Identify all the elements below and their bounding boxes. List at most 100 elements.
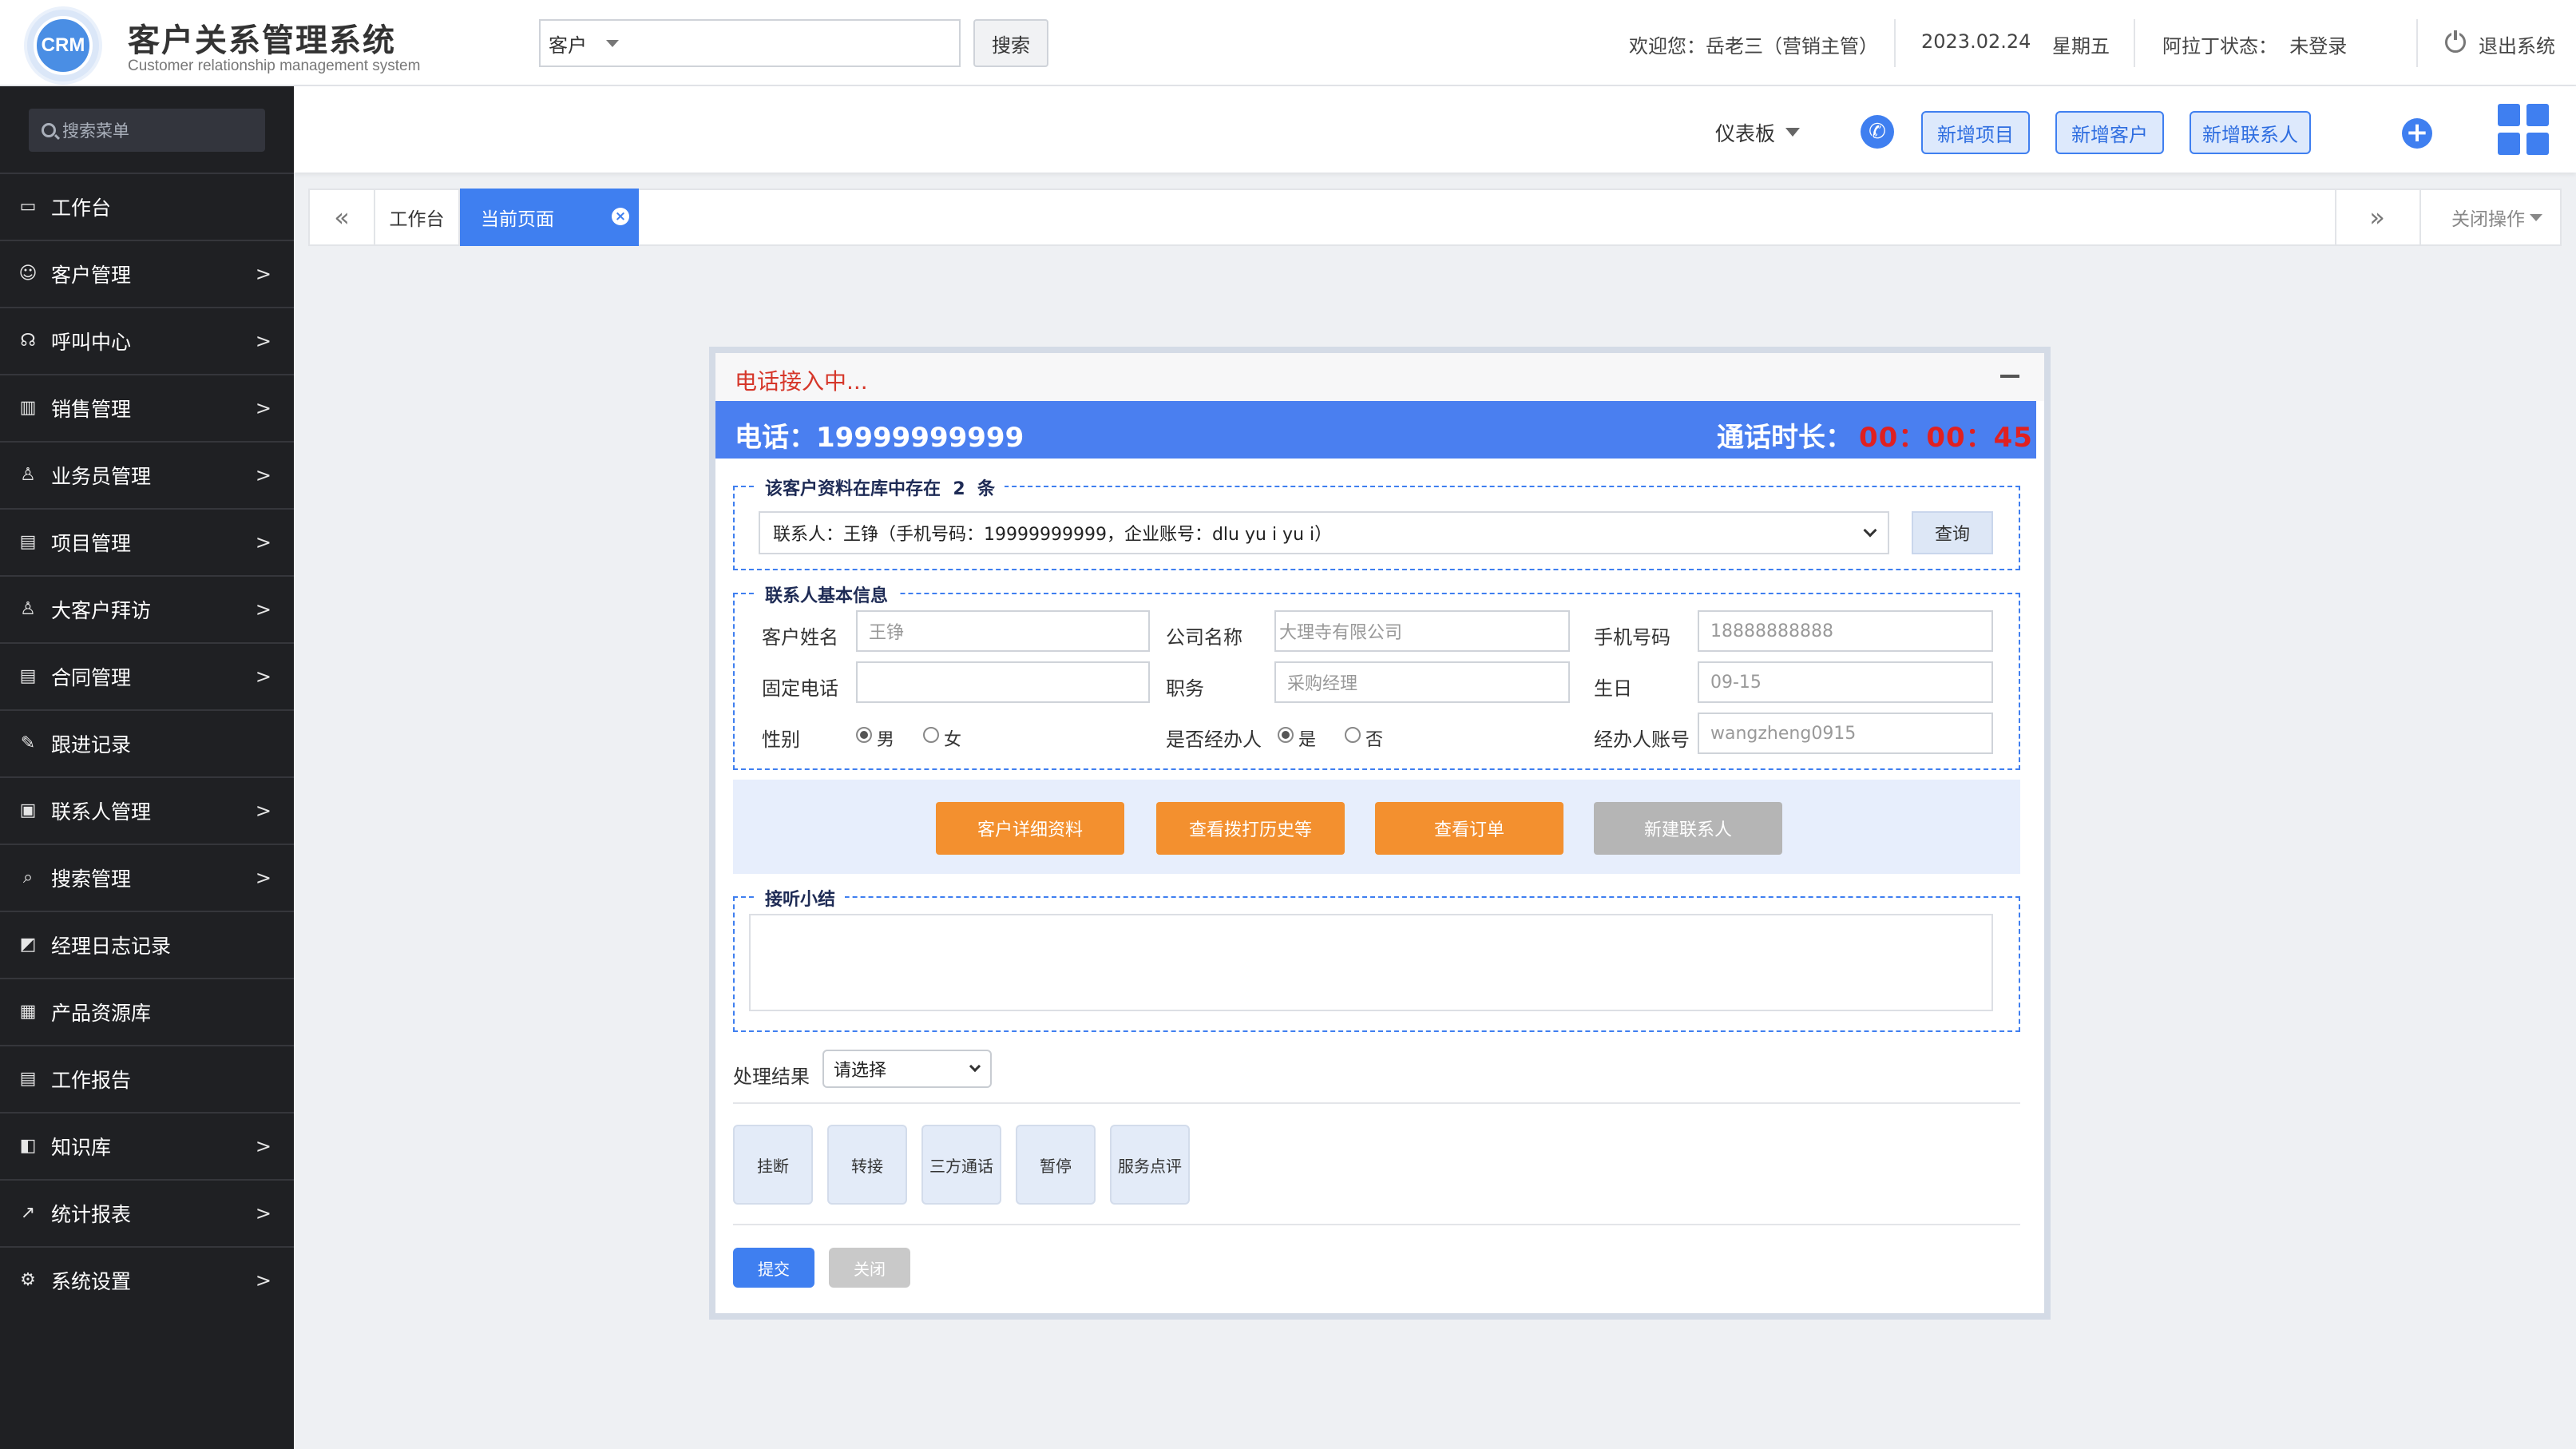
sidebar-item[interactable]: ⌕ 搜索管理 >	[0, 844, 294, 910]
dialog-header	[715, 353, 2044, 401]
sidebar-item[interactable]: ☊ 呼叫中心 >	[0, 307, 294, 373]
sidebar-item[interactable]: ♙ 大客户拜访 >	[0, 575, 294, 641]
position-placeholder: 采购经理	[1287, 674, 1358, 694]
user-visit-icon: ♙	[20, 599, 36, 619]
header-divider	[2416, 19, 2418, 67]
app-title: 客户关系管理系统	[128, 22, 396, 59]
sidebar-item[interactable]: ⚙ 系统设置 >	[0, 1246, 294, 1312]
sidebar-item[interactable]: ▤ 工作报告	[0, 1045, 294, 1111]
gender-female-radio[interactable]	[923, 727, 939, 743]
dashboard-dropdown[interactable]: 仪表板	[1715, 118, 1775, 147]
sidebar-item[interactable]: ▤ 项目管理 >	[0, 508, 294, 574]
grid-cell	[2526, 133, 2549, 155]
sidebar-item[interactable]: ▥ 销售管理 >	[0, 374, 294, 440]
view-orders-button[interactable]: 查看订单	[1375, 802, 1563, 855]
close-button[interactable]: 关闭	[829, 1248, 910, 1288]
header-search-input[interactable]	[627, 19, 961, 67]
sidebar-item-label: 合同管理	[51, 665, 132, 689]
sidebar-item[interactable]: ◩ 经理日志记录	[0, 911, 294, 977]
chevron-right-icon: >	[255, 799, 271, 822]
power-icon[interactable]	[2445, 30, 2466, 53]
customer-name-input[interactable]: 王铮	[856, 610, 1150, 652]
pause-button[interactable]: 暂停	[1016, 1125, 1096, 1205]
gender-male-radio[interactable]	[856, 727, 872, 743]
minimize-icon[interactable]	[2000, 375, 2019, 378]
result-select[interactable]: 请选择	[822, 1050, 992, 1088]
bar-chart-icon: ▥	[19, 398, 37, 418]
caret-down-icon[interactable]	[1785, 128, 1800, 137]
pencil-icon: ✎	[20, 733, 36, 753]
customer-details-button[interactable]: 客户详细资料	[936, 802, 1124, 855]
query-button[interactable]: 查询	[1912, 511, 1993, 554]
sidebar-item[interactable]: ✎ 跟进记录	[0, 709, 294, 776]
handler-no-radio[interactable]	[1345, 727, 1361, 743]
sidebar-item[interactable]: ▣ 联系人管理 >	[0, 776, 294, 843]
current-weekday: 星期五	[2052, 35, 2110, 58]
caller-phone: 电话：19999999999	[735, 422, 1024, 454]
close-operations-dropdown[interactable]: 关闭操作	[2419, 190, 2560, 244]
three-way-call-button[interactable]: 三方通话	[921, 1125, 1001, 1205]
header-divider	[2134, 19, 2135, 67]
sidebar-item[interactable]: ♙ 业务员管理 >	[0, 441, 294, 507]
sidebar-item-label: 工作报告	[51, 1068, 132, 1092]
new-contact-button[interactable]: 新增联系人	[2190, 111, 2311, 154]
sidebar-item[interactable]: ☺ 客户管理 >	[0, 240, 294, 306]
sidebar-item-label: 呼叫中心	[51, 330, 132, 354]
position-input[interactable]: 采购经理	[1274, 661, 1570, 703]
tab-workbench[interactable]: 工作台	[375, 190, 460, 244]
grid-icon: ▦	[19, 1002, 37, 1022]
divider	[733, 1102, 2020, 1104]
chevron-right-icon: >	[255, 1201, 271, 1225]
existing-contact-select[interactable]: 联系人：王铮（手机号码：19999999999，企业账号：dlu yu i yu…	[759, 511, 1889, 554]
company-name-label: 公司名称	[1166, 626, 1242, 649]
result-label: 处理结果	[733, 1066, 810, 1088]
headset-icon: ☊	[20, 331, 36, 351]
call-summary-textarea[interactable]	[749, 914, 1993, 1011]
phone-icon[interactable]: ✆	[1861, 115, 1894, 149]
call-history-button[interactable]: 查看拨打历史等	[1156, 802, 1345, 855]
close-tab-icon[interactable]: ×	[612, 208, 629, 225]
new-project-button[interactable]: 新增项目	[1921, 111, 2030, 154]
handler-yes-radio[interactable]	[1278, 727, 1294, 743]
birthday-input[interactable]: 09-15	[1698, 661, 1993, 703]
new-contact-dialog-button[interactable]: 新建联系人	[1594, 802, 1782, 855]
double-chevron-left-icon[interactable]: «	[310, 190, 375, 244]
transfer-button[interactable]: 转接	[827, 1125, 907, 1205]
chevron-right-icon: >	[255, 329, 271, 352]
company-name-placeholder: 大理寺有限公司	[1279, 623, 1403, 643]
sidebar-item[interactable]: ↗ 统计报表 >	[0, 1179, 294, 1245]
handler-account-input[interactable]: wangzheng0915	[1698, 713, 1993, 754]
grid-cell	[2526, 104, 2549, 126]
mobile-input[interactable]: 18888888888	[1698, 610, 1993, 652]
search-icon	[42, 123, 56, 137]
landline-input[interactable]	[856, 661, 1150, 703]
double-chevron-right-icon[interactable]: »	[2335, 190, 2418, 244]
sidebar-item[interactable]: ▤ 合同管理 >	[0, 642, 294, 709]
sidebar-item[interactable]: ▭ 工作台	[0, 173, 294, 239]
sidebar-item-label: 经理日志记录	[51, 934, 172, 958]
sidebar-item-label: 客户管理	[51, 263, 132, 287]
logout-link[interactable]: 退出系统	[2479, 30, 2555, 58]
sidebar-item[interactable]: ◧ 知识库 >	[0, 1112, 294, 1178]
service-rating-button[interactable]: 服务点评	[1110, 1125, 1190, 1205]
sidebar-item[interactable]: ▦ 产品资源库	[0, 978, 294, 1044]
sidebar-item-label: 搜索管理	[51, 867, 132, 891]
contract-icon: ▤	[19, 666, 37, 686]
birthday-label: 生日	[1594, 677, 1632, 700]
submit-button[interactable]: 提交	[733, 1248, 814, 1288]
new-customer-button[interactable]: 新增客户	[2055, 111, 2164, 154]
apps-grid-icon[interactable]	[2498, 104, 2549, 155]
search-button[interactable]: 搜索	[973, 19, 1048, 67]
tab-current-page[interactable]: 当前页面 ×	[460, 189, 639, 246]
company-name-input[interactable]: 大理寺有限公司	[1274, 610, 1570, 652]
divider	[733, 1224, 2020, 1225]
hangup-button[interactable]: 挂断	[733, 1125, 813, 1205]
chevron-right-icon: >	[255, 262, 271, 285]
add-icon[interactable]: +	[2402, 118, 2432, 149]
chevron-right-icon: >	[255, 866, 271, 889]
chevron-right-icon: >	[255, 1134, 271, 1157]
call-duration-value: 00：00：45	[1859, 422, 2033, 454]
welcome-text: 欢迎您：岳老三（营销主管）	[1629, 35, 1878, 58]
sidebar-search-input[interactable]: 搜索菜单	[29, 109, 265, 152]
search-type-select[interactable]: 客户	[539, 19, 628, 67]
